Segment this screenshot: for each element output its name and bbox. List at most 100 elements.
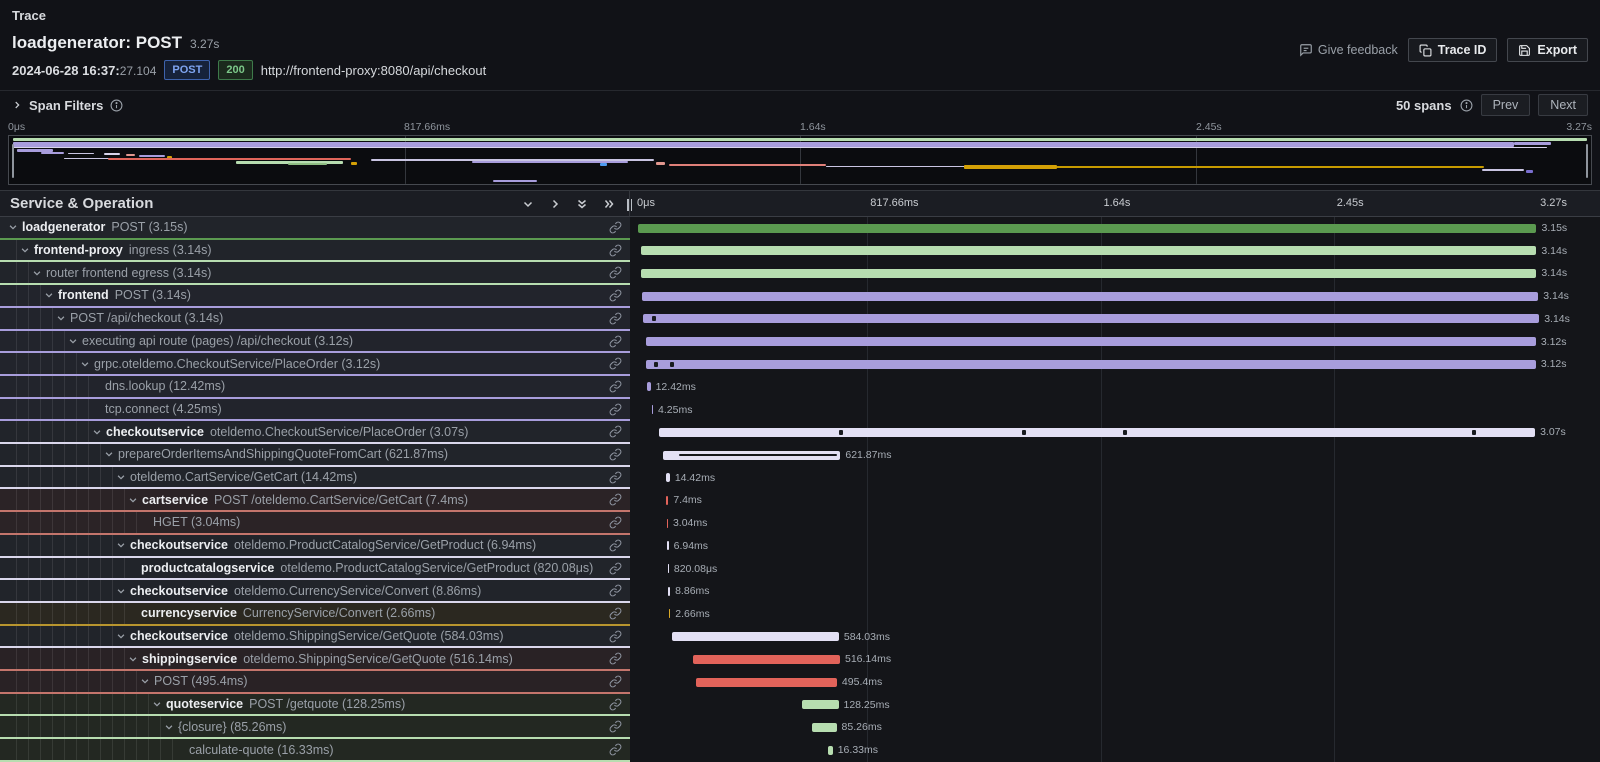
span-row-label[interactable]: checkoutserviceoteldemo.ShippingService/…	[0, 626, 630, 649]
span-row-label[interactable]: loadgeneratorPOST (3.15s)	[0, 217, 630, 240]
export-button[interactable]: Export	[1507, 38, 1588, 62]
span-timeline-cell[interactable]: 820.08μs	[630, 558, 1600, 581]
span-duration-bar[interactable]	[643, 314, 1539, 323]
chevron-down-icon[interactable]	[128, 654, 138, 664]
expand-all-icon[interactable]	[603, 198, 615, 210]
chevron-down-icon[interactable]	[116, 540, 126, 550]
span-row-label[interactable]: grpc.oteldemo.CheckoutService/PlaceOrder…	[0, 353, 630, 376]
span-timeline-cell[interactable]: 3.14s	[630, 240, 1600, 263]
panel-resize-handle[interactable]	[627, 199, 634, 211]
span-duration-bar[interactable]	[696, 678, 837, 687]
span-link-icon[interactable]	[609, 380, 622, 393]
span-duration-bar[interactable]	[828, 746, 833, 755]
chevron-down-icon[interactable]	[140, 676, 150, 686]
span-duration-bar[interactable]	[812, 723, 836, 732]
span-row-label[interactable]: router frontend egress (3.14s)	[0, 262, 630, 285]
span-link-icon[interactable]	[609, 403, 622, 416]
span-timeline-cell[interactable]: 6.94ms	[630, 535, 1600, 558]
span-timeline-cell[interactable]: 495.4ms	[630, 671, 1600, 694]
chevron-down-icon[interactable]	[32, 268, 42, 278]
chevron-down-icon[interactable]	[68, 336, 78, 346]
span-timeline-cell[interactable]: 3.14s	[630, 262, 1600, 285]
span-row-label[interactable]: checkoutserviceoteldemo.CurrencyService/…	[0, 580, 630, 603]
span-duration-bar[interactable]	[667, 541, 669, 550]
span-link-icon[interactable]	[609, 221, 622, 234]
chevron-down-icon[interactable]	[116, 586, 126, 596]
span-duration-bar[interactable]	[667, 519, 668, 528]
chevron-down-icon[interactable]	[20, 245, 30, 255]
chevron-down-icon[interactable]	[164, 722, 174, 732]
span-timeline-cell[interactable]: 2.66ms	[630, 603, 1600, 626]
span-link-icon[interactable]	[609, 448, 622, 461]
chevron-down-icon[interactable]	[80, 359, 90, 369]
span-link-icon[interactable]	[609, 493, 622, 506]
chevron-down-icon[interactable]	[56, 313, 66, 323]
span-timeline-cell[interactable]: 3.04ms	[630, 512, 1600, 535]
span-timeline-cell[interactable]: 3.14s	[630, 285, 1600, 308]
span-link-icon[interactable]	[609, 312, 622, 325]
span-link-icon[interactable]	[609, 720, 622, 733]
span-timeline-cell[interactable]: 621.87ms	[630, 444, 1600, 467]
span-filters-toggle[interactable]: Span Filters	[12, 98, 123, 113]
chevron-down-icon[interactable]	[116, 631, 126, 641]
span-duration-bar[interactable]	[647, 382, 651, 391]
span-row-label[interactable]: frontendPOST (3.14s)	[0, 285, 630, 308]
span-row-label[interactable]: prepareOrderItemsAndShippingQuoteFromCar…	[0, 444, 630, 467]
span-timeline-cell[interactable]: 3.12s	[630, 331, 1600, 354]
span-duration-bar[interactable]	[659, 428, 1535, 437]
chevron-down-icon[interactable]	[128, 495, 138, 505]
span-link-icon[interactable]	[609, 607, 622, 620]
chevron-down-icon[interactable]	[116, 472, 126, 482]
span-timeline-cell[interactable]: 7.4ms	[630, 489, 1600, 512]
span-duration-bar[interactable]	[642, 292, 1538, 301]
chevron-down-icon[interactable]	[104, 449, 114, 459]
expand-one-icon[interactable]	[549, 198, 561, 210]
trace-minimap[interactable]	[8, 135, 1592, 185]
span-link-icon[interactable]	[609, 471, 622, 484]
span-timeline-cell[interactable]: 16.33ms	[630, 739, 1600, 762]
span-row-label[interactable]: productcatalogserviceoteldemo.ProductCat…	[0, 558, 630, 581]
span-link-icon[interactable]	[609, 630, 622, 643]
span-duration-bar[interactable]	[641, 269, 1537, 278]
span-row-label[interactable]: dns.lookup (12.42ms)	[0, 376, 630, 399]
span-row-label[interactable]: checkoutserviceoteldemo.ProductCatalogSe…	[0, 535, 630, 558]
chevron-down-icon[interactable]	[44, 290, 54, 300]
span-row-label[interactable]: HGET (3.04ms)	[0, 512, 630, 535]
span-row-label[interactable]: {closure} (85.26ms)	[0, 716, 630, 739]
span-row-label[interactable]: executing api route (pages) /api/checkou…	[0, 331, 630, 354]
span-duration-bar[interactable]	[641, 246, 1537, 255]
span-link-icon[interactable]	[609, 357, 622, 370]
span-duration-bar[interactable]	[802, 700, 839, 709]
span-timeline-cell[interactable]: 14.42ms	[630, 467, 1600, 490]
span-row-label[interactable]: currencyserviceCurrencyService/Convert (…	[0, 603, 630, 626]
span-duration-bar[interactable]	[666, 473, 670, 482]
span-timeline-cell[interactable]: 516.14ms	[630, 648, 1600, 671]
span-row-label[interactable]: frontend-proxyingress (3.14s)	[0, 240, 630, 263]
span-duration-bar[interactable]	[646, 337, 1536, 346]
span-timeline-cell[interactable]: 85.26ms	[630, 716, 1600, 739]
span-timeline-cell[interactable]: 584.03ms	[630, 626, 1600, 649]
span-row-label[interactable]: tcp.connect (4.25ms)	[0, 399, 630, 422]
span-duration-bar[interactable]	[693, 655, 840, 664]
span-link-icon[interactable]	[609, 266, 622, 279]
prev-button[interactable]: Prev	[1481, 94, 1531, 116]
span-link-icon[interactable]	[609, 698, 622, 711]
trace-id-button[interactable]: Trace ID	[1408, 38, 1498, 62]
span-link-icon[interactable]	[609, 743, 622, 756]
span-row-label[interactable]: checkoutserviceoteldemo.CheckoutService/…	[0, 421, 630, 444]
span-duration-bar[interactable]	[666, 496, 668, 505]
span-timeline-cell[interactable]: 8.86ms	[630, 580, 1600, 603]
span-duration-bar[interactable]	[669, 609, 670, 618]
span-duration-bar[interactable]	[668, 587, 671, 596]
chevron-down-icon[interactable]	[8, 222, 18, 232]
collapse-all-icon[interactable]	[576, 198, 588, 210]
span-link-icon[interactable]	[609, 652, 622, 665]
span-row-label[interactable]: POST /api/checkout (3.14s)	[0, 308, 630, 331]
span-link-icon[interactable]	[609, 675, 622, 688]
span-duration-bar[interactable]	[652, 405, 653, 414]
span-count-info-icon[interactable]	[1460, 99, 1473, 112]
next-button[interactable]: Next	[1538, 94, 1588, 116]
span-link-icon[interactable]	[609, 425, 622, 438]
span-timeline-cell[interactable]: 3.14s	[630, 308, 1600, 331]
span-row-label[interactable]: cartservicePOST /oteldemo.CartService/Ge…	[0, 489, 630, 512]
